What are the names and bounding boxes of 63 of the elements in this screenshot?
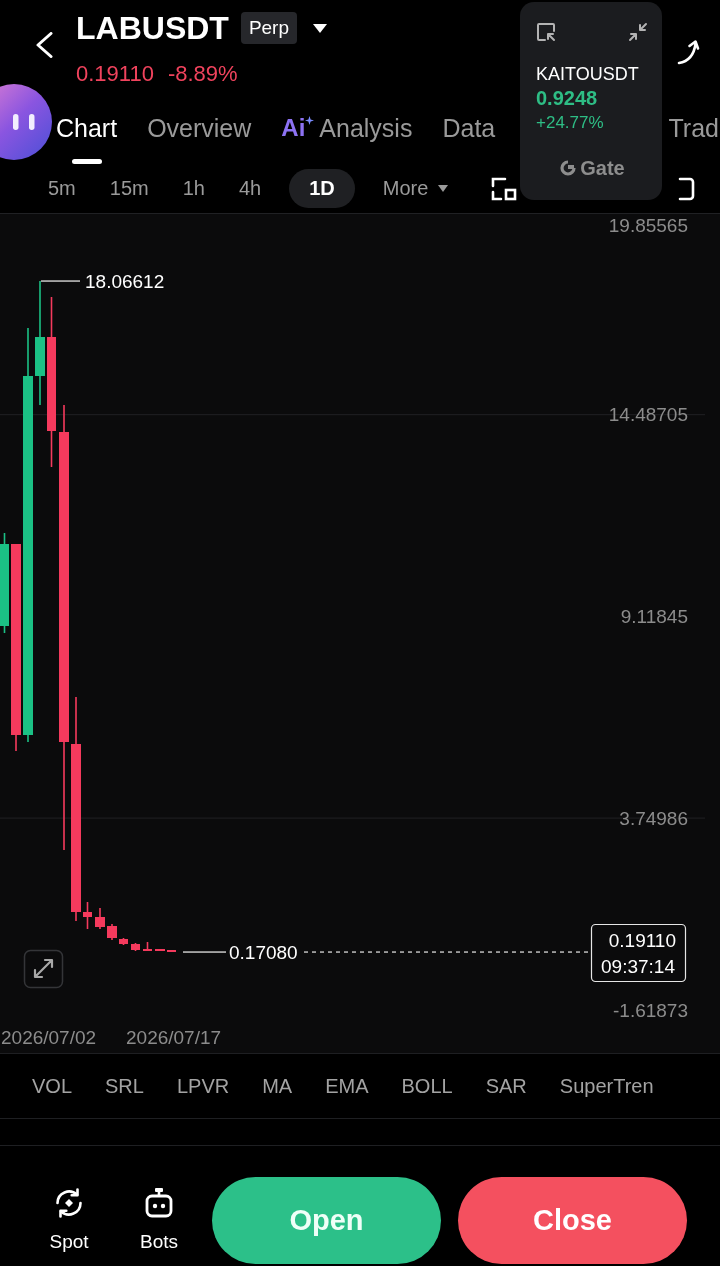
- back-icon[interactable]: [35, 32, 53, 58]
- price-axis-label: 14.48705: [608, 404, 688, 426]
- falling-candle: [143, 941, 152, 952]
- falling-candle: [95, 907, 105, 930]
- price-axis-label: 9.11845: [620, 605, 688, 627]
- falling-candle: [167, 949, 176, 953]
- tab[interactable]: Data: [442, 100, 496, 164]
- high-price-label: 18.06612: [85, 270, 165, 292]
- leader-line: [41, 280, 80, 282]
- sparkle-icon: [305, 116, 315, 125]
- date-axis-label: 2026/07/02: [1, 1026, 97, 1048]
- frame-icon[interactable]: [676, 175, 696, 202]
- caret-icon[interactable]: [313, 23, 327, 33]
- price-change: -8.89%: [167, 61, 238, 87]
- price-axis-label: 3.74986: [619, 807, 688, 829]
- falling-candle: [107, 923, 117, 941]
- falling-candle: [155, 948, 165, 952]
- date-axis-label: 2026/07/17: [126, 1026, 222, 1048]
- layout-icon[interactable]: [490, 175, 519, 202]
- falling-candle: [131, 942, 140, 952]
- tab[interactable]: Ai Analysis: [281, 100, 413, 164]
- last-price-value: 0.19110: [608, 929, 676, 951]
- indicator-tab[interactable]: MA: [262, 1074, 293, 1098]
- ticker-change: +24.77%: [536, 112, 604, 134]
- tab[interactable]: Chart: [56, 100, 118, 164]
- ticker-price: 0.9248: [536, 86, 598, 111]
- countdown-timer: 09:37:14: [601, 955, 675, 977]
- caret-icon: [438, 185, 449, 192]
- indicator-tab[interactable]: SuperTren: [559, 1074, 654, 1098]
- indicator-tab[interactable]: LPVR: [176, 1074, 230, 1098]
- interval-tab[interactable]: 5m: [42, 169, 82, 208]
- fullscreen-icon[interactable]: [23, 949, 64, 989]
- ai-label: Ai: [281, 114, 306, 142]
- interval-tab[interactable]: More: [376, 169, 455, 208]
- last-price: 0.19110: [76, 61, 154, 87]
- indicator-tab[interactable]: BOLL: [401, 1074, 453, 1098]
- tab[interactable]: Overview: [147, 100, 252, 164]
- window-arrow-icon[interactable]: [536, 22, 556, 42]
- tab[interactable]: Trad: [668, 100, 720, 164]
- logo-icon: [559, 159, 578, 177]
- price-axis-label: 19.85565: [608, 214, 688, 236]
- shortcut-button[interactable]: Spot: [36, 1177, 102, 1253]
- indicator-tab[interactable]: SRL: [105, 1074, 144, 1098]
- interval-tab[interactable]: 4h: [232, 169, 268, 208]
- low-price-label: 0.17080: [229, 941, 298, 963]
- interval-tab[interactable]: 1h: [176, 169, 211, 208]
- interval-tab[interactable]: 15m: [103, 169, 155, 208]
- indicator-tab[interactable]: EMA: [325, 1074, 369, 1098]
- logo-text: Gate: [580, 156, 625, 180]
- falling-candle: [83, 901, 92, 930]
- symbol-title: LABUSDT: [76, 9, 229, 48]
- price-axis-label: -1.61873: [613, 999, 688, 1021]
- shortcut-button[interactable]: Bots: [126, 1177, 192, 1253]
- assistant-bubble-icon[interactable]: [0, 84, 52, 160]
- indicator-tab[interactable]: VOL: [32, 1074, 73, 1098]
- curved-arrow-icon[interactable]: [676, 38, 700, 66]
- contract-type-badge: Perp: [240, 12, 297, 44]
- falling-candle: [119, 937, 128, 946]
- collapse-icon[interactable]: [628, 22, 648, 42]
- ticker-symbol: KAITOUSDT: [536, 63, 639, 85]
- leader-line: [183, 951, 226, 953]
- indicator-tab[interactable]: SAR: [485, 1074, 527, 1098]
- interval-tab[interactable]: 1D: [289, 169, 355, 208]
